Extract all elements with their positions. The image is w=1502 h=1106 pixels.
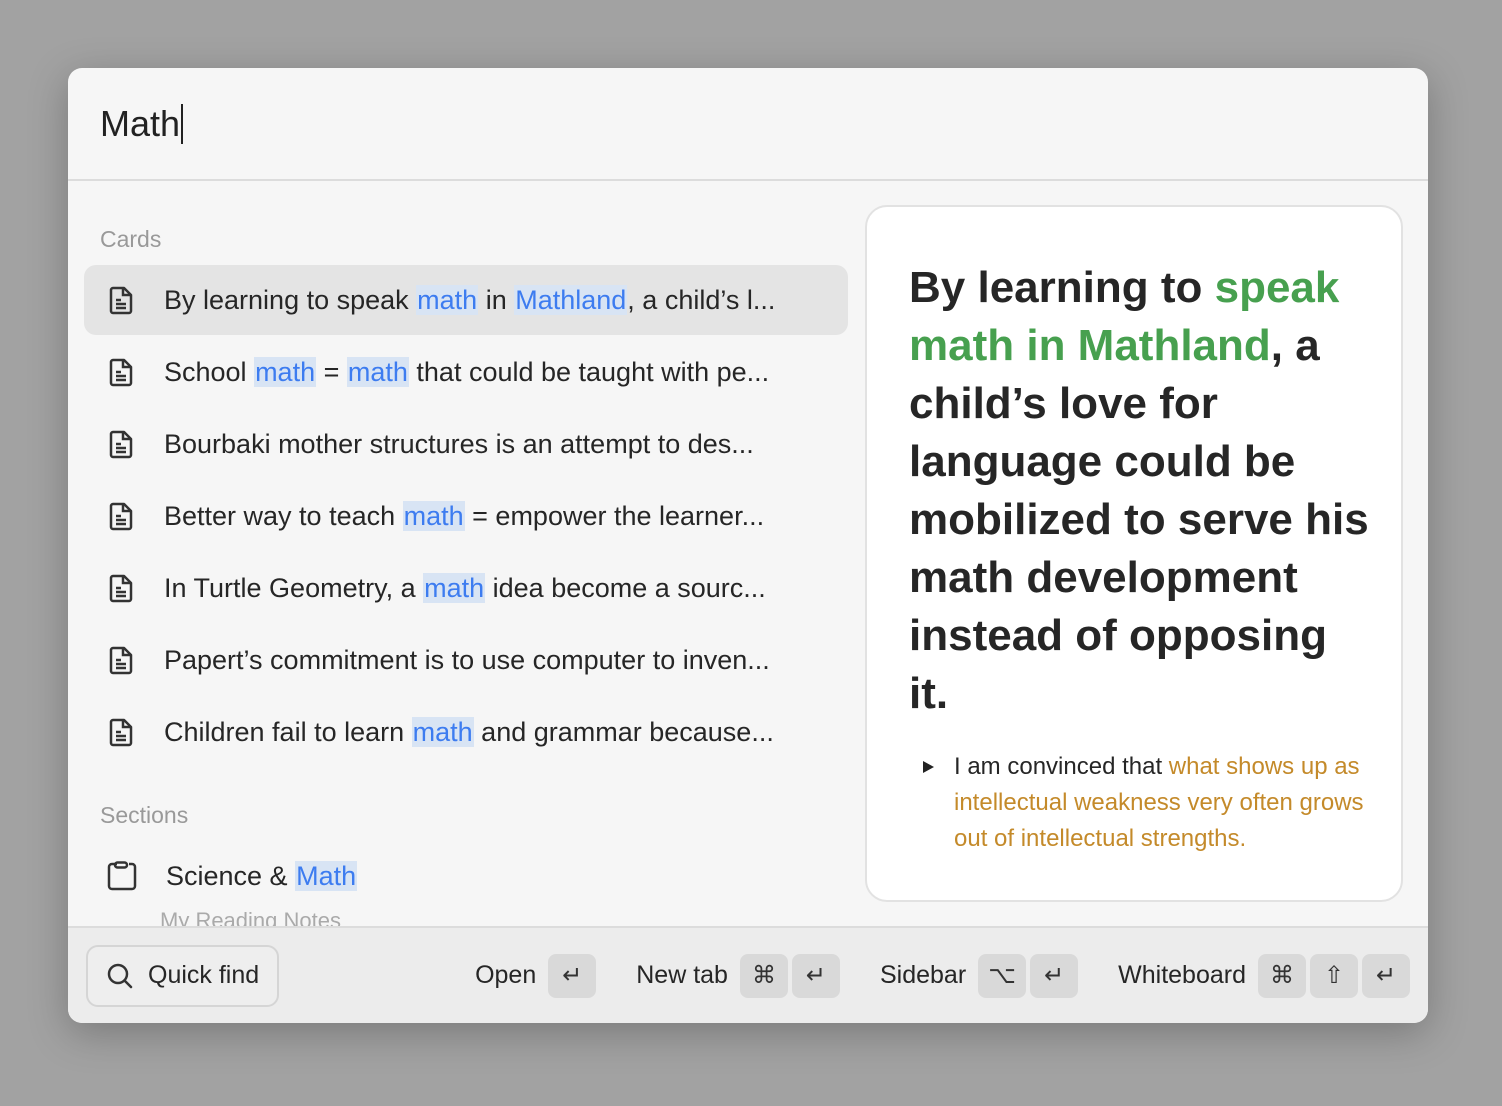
document-icon xyxy=(108,429,136,459)
card-result[interactable]: Bourbaki mother structures is an attempt… xyxy=(84,409,848,479)
cards-section-label: Cards xyxy=(100,226,162,252)
section-title: Science & Math xyxy=(166,860,358,892)
bullet-text: I am convinced that what shows up as int… xyxy=(954,749,1371,857)
text-segment: that could be taught with pe... xyxy=(408,356,770,387)
document-icon xyxy=(108,573,136,603)
card-result[interactable]: In Turtle Geometry, a math idea become a… xyxy=(84,553,848,623)
card-title: Papert’s commitment is to use computer t… xyxy=(164,645,770,676)
text-segment: Science & xyxy=(166,860,296,891)
card-title: Better way to teach math = empower the l… xyxy=(164,500,765,532)
section-result[interactable]: Science & Math xyxy=(84,841,848,911)
match-highlight: Math xyxy=(295,860,358,891)
text-segment: , a child’s love for language could be m… xyxy=(909,321,1369,718)
text-segment: in xyxy=(478,284,515,315)
text-segment: Bourbaki mother structures is an attempt… xyxy=(164,428,754,459)
text-segment: idea become a sourc... xyxy=(485,572,766,603)
section-icon xyxy=(106,861,138,891)
text-segment: Better way to teach xyxy=(164,500,403,531)
action-label: Whiteboard xyxy=(1118,961,1246,989)
document-icon xyxy=(108,501,136,531)
preview-bullet: I am convinced that what shows up as int… xyxy=(909,749,1371,857)
keycap-icon: ⇧ xyxy=(1310,953,1358,998)
card-result[interactable]: Children fail to learn math and grammar … xyxy=(84,697,848,767)
results-list: Cards By learning to speak math in Mathl… xyxy=(84,183,848,928)
match-highlight: math xyxy=(254,356,317,387)
text-caret xyxy=(181,103,184,144)
card-title: In Turtle Geometry, a math idea become a… xyxy=(164,572,766,604)
quick-find-dialog: Math Cards By learning to speak math in … xyxy=(68,68,1428,1023)
text-segment: In Turtle Geometry, a xyxy=(164,572,424,603)
document-icon xyxy=(108,645,136,675)
sections-section-label: Sections xyxy=(100,802,189,828)
keycap-icon: ⌘ xyxy=(1258,953,1306,998)
text-segment: Papert’s commitment is to use computer t… xyxy=(164,644,770,675)
card-result[interactable]: Better way to teach math = empower the l… xyxy=(84,481,848,551)
match-highlight: math xyxy=(402,500,465,531)
document-icon xyxy=(108,285,136,315)
card-title: School math = math that could be taught … xyxy=(164,356,770,388)
quick-find-label: Quick find xyxy=(148,961,260,989)
text-segment: I am convinced that xyxy=(954,753,1169,780)
action-whiteboard[interactable]: Whiteboard ⌘ ⇧ ↵ xyxy=(1118,953,1410,998)
text-segment: = empower the learner... xyxy=(464,500,765,531)
footer-bar: Quick find Open ↵ New tab ⌘ ↵ Sidebar ⌥ ↵ Whiteb… xyxy=(68,926,1428,1023)
toggle-triangle-icon[interactable] xyxy=(923,761,934,773)
text-segment: Children fail to learn xyxy=(164,716,412,747)
keycap-icon: ↵ xyxy=(1030,953,1079,998)
document-icon xyxy=(108,717,136,747)
card-result[interactable]: School math = math that could be taught … xyxy=(84,337,848,407)
match-highlight: math xyxy=(346,356,409,387)
preview-card: By learning to speak math in Mathland, a… xyxy=(865,205,1403,902)
match-highlight: math xyxy=(416,284,479,315)
search-value: Math xyxy=(100,102,181,144)
card-title: Bourbaki mother structures is an attempt… xyxy=(164,429,754,460)
action-open[interactable]: Open ↵ xyxy=(475,953,597,998)
action-sidebar[interactable]: Sidebar ⌥ ↵ xyxy=(879,953,1079,998)
card-result[interactable]: By learning to speak math in Mathland, a… xyxy=(84,265,848,335)
keycap-icon: ↵ xyxy=(548,953,597,998)
preview-title: By learning to speak math in Mathland, a… xyxy=(909,259,1371,723)
match-highlight: math xyxy=(423,572,486,603)
text-segment: and grammar because... xyxy=(473,716,774,747)
match-highlight: Mathland xyxy=(514,284,628,315)
text-segment: By learning to speak xyxy=(164,284,417,315)
card-title: Children fail to learn math and grammar … xyxy=(164,716,774,748)
keycap-icon: ⌘ xyxy=(739,953,788,998)
action-label: New tab xyxy=(636,961,728,989)
action-label: Sidebar xyxy=(879,961,967,989)
keycap-icon: ⌥ xyxy=(978,953,1027,998)
keycap-icon: ↵ xyxy=(1362,953,1410,998)
quick-find-button[interactable]: Quick find xyxy=(86,944,280,1007)
match-highlight: math xyxy=(411,716,474,747)
section-subtitle: My Reading Notes xyxy=(160,908,341,928)
document-icon xyxy=(108,357,136,387)
search-icon xyxy=(107,963,133,988)
search-input[interactable]: Math xyxy=(68,68,1428,181)
keycap-icon: ↵ xyxy=(791,953,840,998)
text-segment: By learning to xyxy=(909,263,1215,312)
card-result[interactable]: Papert’s commitment is to use computer t… xyxy=(84,625,848,695)
action-new-tab[interactable]: New tab ⌘ ↵ xyxy=(636,953,840,998)
text-segment: School xyxy=(164,356,255,387)
text-segment: = xyxy=(316,356,347,387)
card-title: By learning to speak math in Mathland, a… xyxy=(164,284,776,316)
text-segment: , a child’s l... xyxy=(627,284,776,315)
action-label: Open xyxy=(475,961,537,989)
